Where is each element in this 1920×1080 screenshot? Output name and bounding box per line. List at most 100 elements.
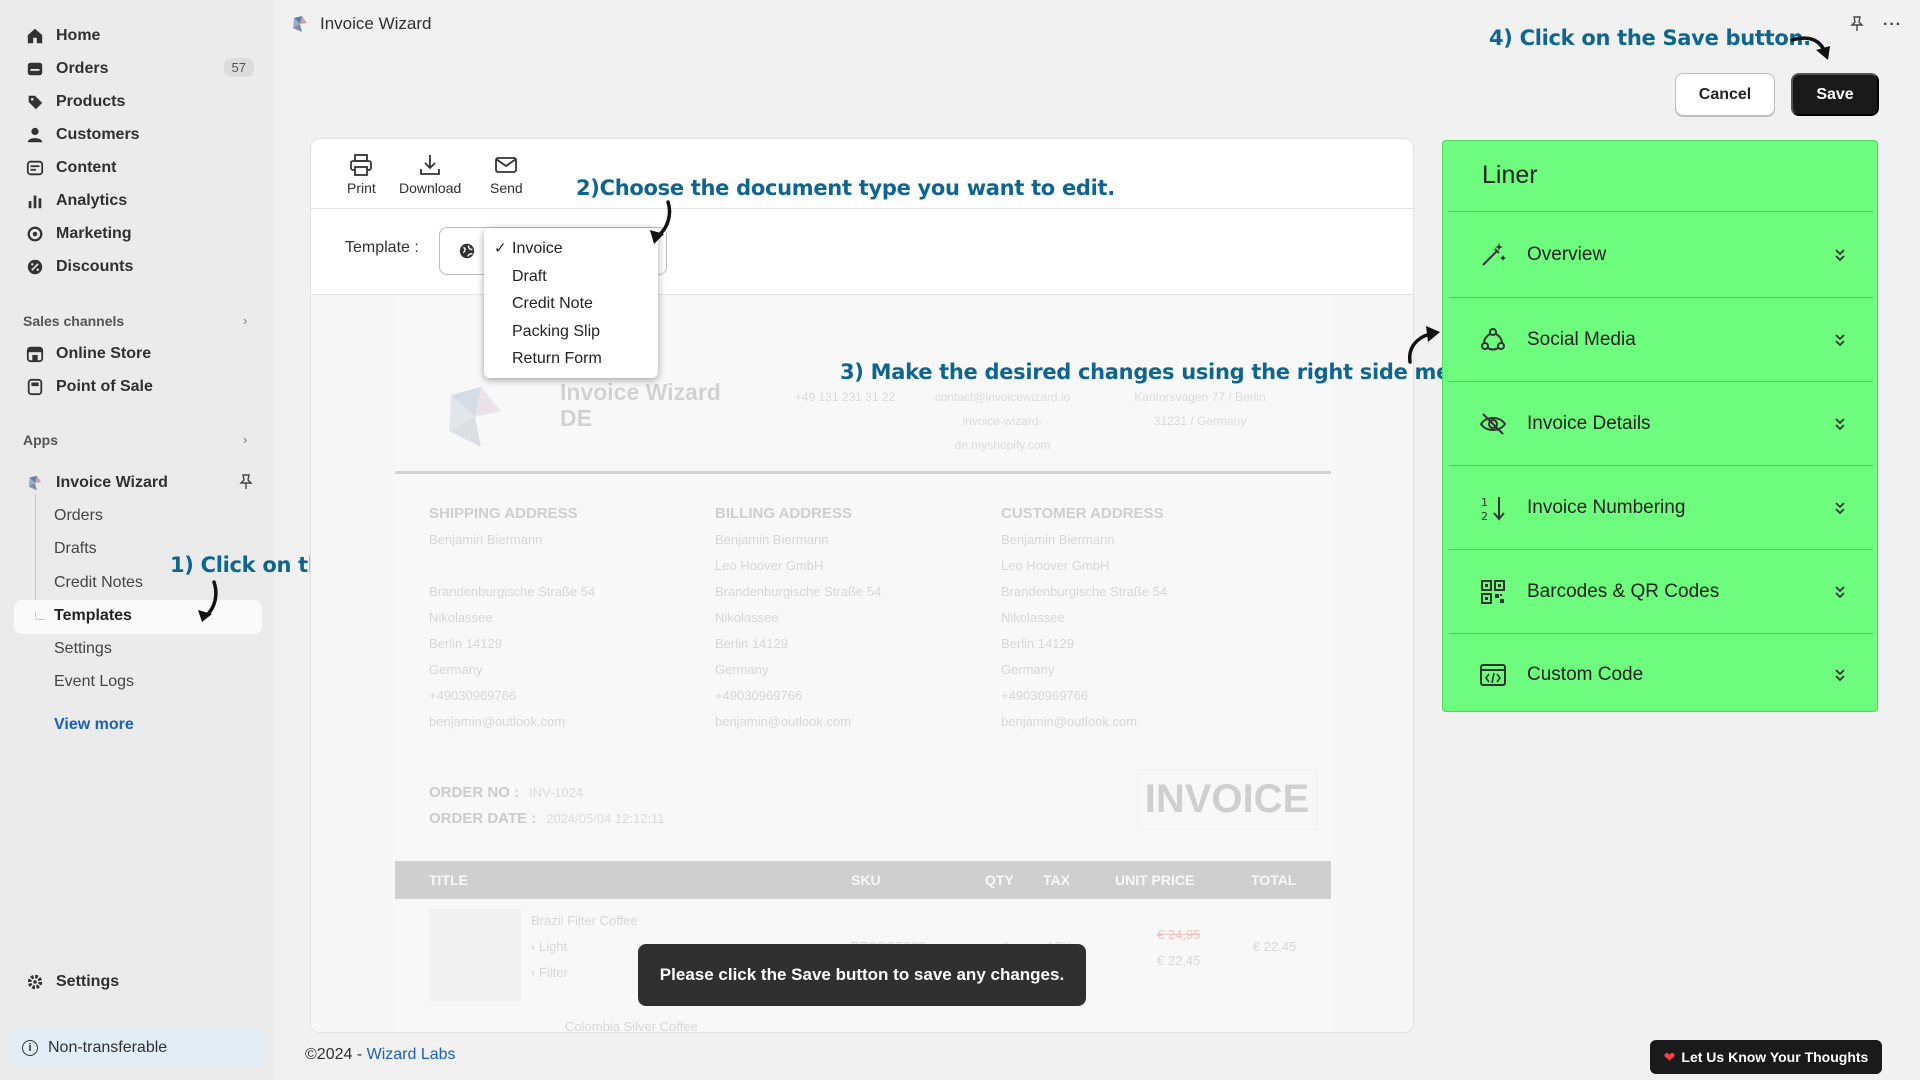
code-icon [1479, 661, 1507, 689]
chevron-right-icon[interactable]: › [243, 313, 247, 328]
sidebar-subitem-settings[interactable]: Settings [54, 640, 112, 658]
tag-icon [26, 93, 44, 111]
view-more-link[interactable]: View more [54, 716, 134, 734]
shipping-address: SHIPPING ADDRESS Benjamin Biermann Brand… [429, 505, 596, 729]
annotation-step-3: 3) Make the desired changes using the ri… [840, 360, 1488, 384]
save-button[interactable]: Save [1791, 73, 1879, 116]
print-button[interactable]: Print [347, 153, 376, 196]
panel-item-label: Custom Code [1527, 664, 1644, 685]
sidebar-subitem-orders[interactable]: Orders [54, 507, 103, 525]
sidebar-item-settings[interactable]: Settings [14, 966, 262, 998]
sidebar-item-customers[interactable]: Customers [14, 119, 262, 151]
sidebar-item-label: Invoice Wizard [56, 474, 168, 491]
annotation-arrow-3 [1407, 326, 1440, 364]
pin-icon[interactable] [238, 474, 254, 495]
sidebar-item-label: Discounts [56, 258, 134, 275]
analytics-icon [26, 192, 44, 210]
print-icon [350, 154, 373, 176]
globe-icon [459, 243, 475, 259]
sidebar-item-orders[interactable]: Orders 57 [14, 53, 262, 85]
doc-divider [395, 471, 1331, 474]
non-transferable-label: Non-transferable [48, 1039, 168, 1056]
sidebar-item-invoice-wizard[interactable]: Invoice Wizard [14, 467, 262, 499]
sidebar-item-marketing[interactable]: Marketing [14, 218, 262, 250]
sidebar-item-label: Analytics [56, 192, 128, 209]
panel-item-label: Invoice Details [1527, 413, 1651, 434]
annotation-step-4: 4) Click on the Save button. [1489, 26, 1811, 50]
sidebar-subitem-drafts[interactable]: Drafts [54, 540, 97, 558]
top-right-icons: ··· [1849, 16, 1902, 37]
chevron-double-down-icon [1835, 249, 1845, 262]
non-transferable-banner[interactable]: i Non-transferable [10, 1028, 264, 1068]
cancel-button[interactable]: Cancel [1675, 73, 1775, 116]
panel-item-label: Social Media [1527, 329, 1636, 350]
info-icon: i [22, 1040, 38, 1056]
sidebar-item-home[interactable]: Home [14, 20, 262, 52]
magic-wand-icon [1479, 241, 1507, 269]
dropdown-option-draft[interactable]: Draft [484, 266, 658, 294]
panel-item-invoice-details[interactable]: Invoice Details [1449, 382, 1873, 466]
sidebar-item-analytics[interactable]: Analytics [14, 185, 262, 217]
sidebar-item-label: Customers [56, 126, 140, 143]
footer-company-link[interactable]: Wizard Labs [367, 1046, 456, 1063]
sidebar-item-label: Orders [56, 60, 109, 77]
more-options-icon[interactable]: ··· [1883, 16, 1902, 37]
invoice-document: Invoice Wizard DE +49 131 231 31 22 conta… [395, 295, 1331, 1032]
print-label: Print [347, 180, 376, 196]
download-icon [420, 155, 441, 175]
sidebar-item-products[interactable]: Products [14, 86, 262, 118]
brand-email: contact@invoicewizard.io invoice-wizard-d… [934, 390, 1071, 452]
sidebar-item-point-of-sale[interactable]: Point of Sale [14, 371, 262, 403]
dropdown-option-invoice[interactable]: ✓ Invoice [484, 238, 658, 266]
sidebar-subitem-templates[interactable]: Templates [54, 607, 132, 625]
panel-item-custom-code[interactable]: Custom Code [1449, 633, 1873, 717]
panel-item-overview[interactable]: Overview [1449, 213, 1873, 297]
sidebar-subitem-event-logs[interactable]: Event Logs [54, 673, 134, 691]
app-title-text: Invoice Wizard [320, 14, 432, 33]
customer-address: CUSTOMER ADDRESS Benjamin Biermann Leo H… [1001, 505, 1168, 729]
panel-item-invoice-numbering[interactable]: 12 Invoice Numbering [1449, 466, 1873, 550]
annotation-step-2: 2)Choose the document type you want to e… [576, 176, 1115, 200]
svg-text:1: 1 [1481, 496, 1488, 509]
discount-icon [26, 258, 44, 276]
download-label: Download [399, 180, 462, 196]
footer-copyright: ©2024 - [305, 1046, 367, 1063]
feedback-label: Let Us Know Your Thoughts [1681, 1049, 1869, 1065]
sidebar-item-label: Online Store [56, 345, 152, 362]
panel-item-barcodes-qr-codes[interactable]: Barcodes & QR Codes [1449, 550, 1873, 634]
feedback-button[interactable]: ❤ Let Us Know Your Thoughts [1650, 1040, 1882, 1074]
sidebar-item-label: Point of Sale [56, 378, 153, 395]
sidebar-item-content[interactable]: Content [14, 152, 262, 184]
sidebar-subitem-credit-notes[interactable]: Credit Notes [54, 574, 143, 592]
apps-heading[interactable]: Apps [23, 432, 58, 448]
dropdown-option-packing-slip[interactable]: Packing Slip [484, 321, 658, 349]
sales-channels-heading[interactable]: Sales channels [23, 313, 124, 329]
panel-item-label: Barcodes & QR Codes [1527, 581, 1720, 602]
sidebar-item-label: Content [56, 159, 117, 176]
chevron-double-down-icon [1835, 418, 1845, 431]
settings-panel: Liner Overview Social Media Invoice Deta… [1442, 140, 1878, 712]
dropdown-option-credit-note[interactable]: Credit Note [484, 293, 658, 321]
product-image [429, 909, 521, 1001]
send-button[interactable]: Send [490, 153, 523, 196]
template-label: Template : [345, 239, 419, 256]
annotation-arrow-4 [1790, 36, 1830, 60]
sidebar-item-label: Marketing [56, 225, 132, 242]
annotation-arrow-2 [650, 200, 672, 244]
sort-numeric-icon: 12 [1479, 494, 1507, 523]
billing-address: BILLING ADDRESS Benjamin Biermann Leo Ho… [715, 505, 882, 729]
pin-icon[interactable] [1849, 16, 1865, 37]
brand-phone: +49 131 231 31 22 [794, 390, 896, 404]
download-button[interactable]: Download [399, 153, 461, 196]
chevron-right-icon[interactable]: › [243, 432, 247, 447]
items-table-header: TITLE SKU QTY TAX UNIT PRICE TOTAL [395, 861, 1331, 899]
sidebar-item-online-store[interactable]: Online Store [14, 338, 262, 370]
dropdown-option-return-form[interactable]: Return Form [484, 348, 658, 376]
chevron-double-down-icon [1835, 586, 1845, 599]
order-meta: ORDER NO : INV-1024 ORDER DATE :2024/05/0… [429, 784, 665, 827]
checkmark-icon: ✓ [494, 240, 507, 257]
template-type-dropdown[interactable]: ✓ Invoice Draft Credit Note Packing Slip … [484, 228, 658, 378]
panel-item-social-media[interactable]: Social Media [1449, 298, 1873, 382]
sidebar-item-discounts[interactable]: Discounts [14, 251, 262, 283]
orders-count-badge: 57 [223, 58, 254, 77]
